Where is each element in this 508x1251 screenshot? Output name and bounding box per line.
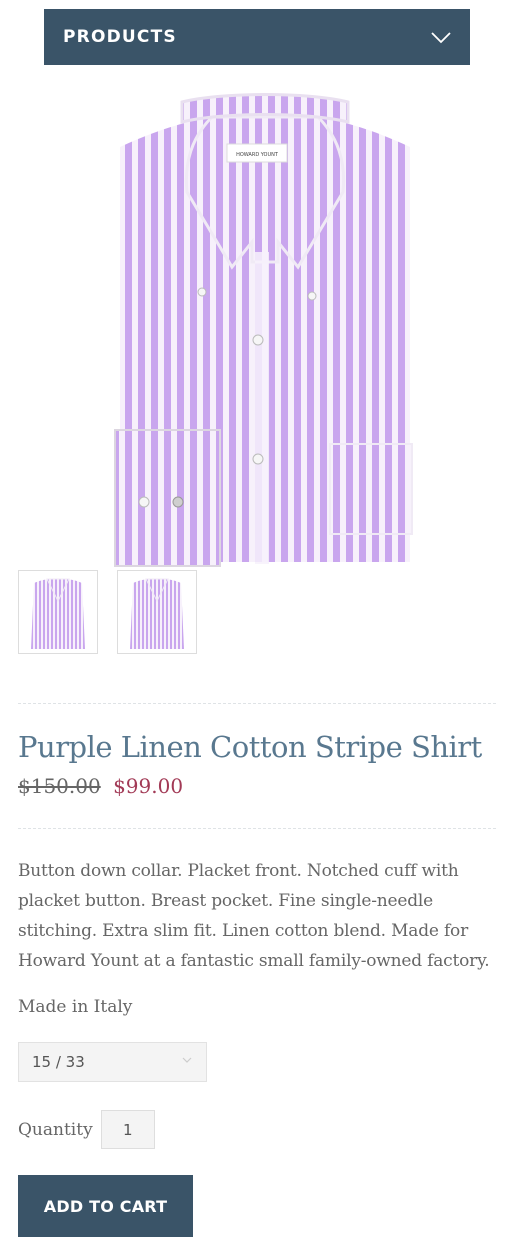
product-title: Purple Linen Cotton Stripe Shirt	[18, 730, 482, 764]
add-to-cart-button[interactable]: ADD TO CART	[18, 1175, 193, 1237]
shirt-thumbnail-image	[31, 578, 85, 649]
chevron-down-icon	[431, 32, 451, 44]
product-origin: Made in Italy	[18, 997, 133, 1017]
product-description: Button down collar. Placket front. Notch…	[18, 861, 490, 971]
variant-select[interactable]: 15 / 33	[18, 1042, 207, 1082]
sale-price: $99.00	[113, 774, 184, 798]
shirt-thumbnail-image	[130, 578, 184, 649]
product-price: $150.00 $99.00	[18, 774, 183, 798]
product-thumbnail-1[interactable]	[18, 570, 98, 654]
products-menu-toggle[interactable]: PRODUCTS	[44, 9, 470, 65]
products-menu-title: PRODUCTS	[63, 27, 177, 47]
product-thumbnail-2[interactable]	[117, 570, 197, 654]
variant-select-value: 15 / 33	[32, 1053, 85, 1071]
chevron-down-icon	[182, 1057, 192, 1063]
quantity-input[interactable]: 1	[101, 1110, 155, 1149]
shirt-label-text: HOWARD YOUNT	[236, 152, 279, 158]
product-main-image: HOWARD YOUNT	[114, 93, 413, 567]
original-price: $150.00	[18, 774, 101, 798]
divider	[18, 703, 496, 704]
quantity-label: Quantity	[18, 1120, 93, 1140]
divider	[18, 828, 496, 829]
